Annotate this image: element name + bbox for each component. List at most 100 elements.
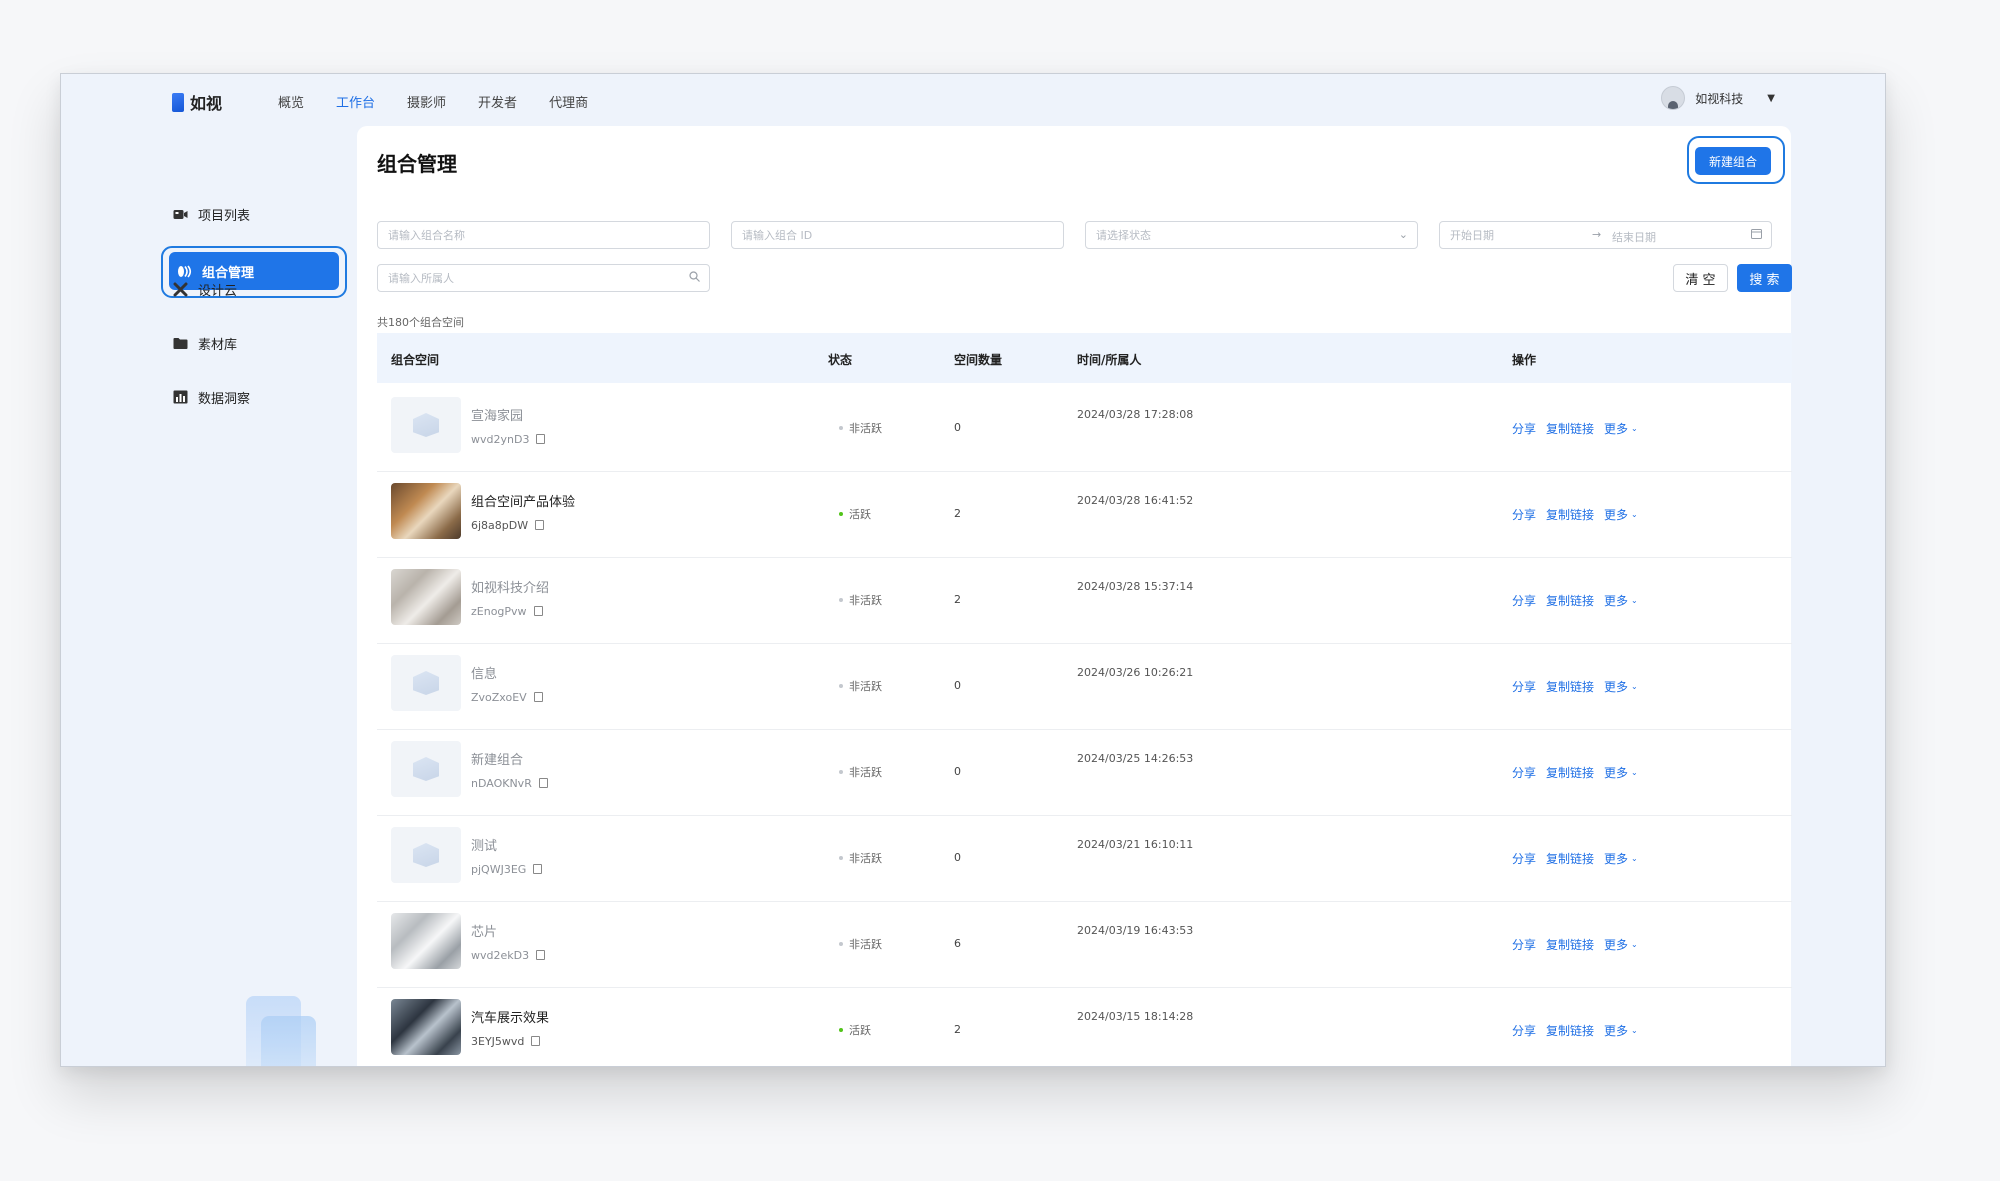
space-thumbnail[interactable] bbox=[391, 827, 461, 883]
space-thumbnail[interactable] bbox=[391, 655, 461, 711]
space-thumbnail[interactable] bbox=[391, 569, 461, 625]
share-link[interactable]: 分享 bbox=[1512, 506, 1536, 523]
copy-link-button[interactable]: 复制链接 bbox=[1546, 850, 1594, 867]
share-link[interactable]: 分享 bbox=[1512, 678, 1536, 695]
more-dropdown[interactable]: 更多 ⌄ bbox=[1604, 850, 1638, 867]
new-combination-button[interactable]: 新建组合 bbox=[1695, 147, 1771, 175]
user-menu[interactable]: 如视科技 ▼ bbox=[1661, 86, 1775, 110]
space-id-text: wvd2ekD3 bbox=[471, 949, 530, 962]
timestamp: 2024/03/28 16:41:52 bbox=[1077, 494, 1194, 507]
search-button[interactable]: 搜 索 bbox=[1737, 264, 1792, 292]
space-name[interactable]: 测试 bbox=[471, 835, 497, 854]
clear-button[interactable]: 清 空 bbox=[1673, 264, 1728, 292]
share-link[interactable]: 分享 bbox=[1512, 1022, 1536, 1039]
nav-item-workbench[interactable]: 工作台 bbox=[336, 92, 375, 111]
status-text: 活跃 bbox=[849, 1024, 871, 1037]
combination-name-input[interactable]: 请输入组合名称 bbox=[377, 221, 710, 249]
space-id: wvd2ekD3 bbox=[471, 949, 546, 962]
copy-link-button[interactable]: 复制链接 bbox=[1546, 936, 1594, 953]
table-row[interactable]: 组合空间产品体验 6j8a8pDW 活跃 2 2024/03/28 16:41:52 分享… bbox=[377, 469, 1792, 558]
table-row[interactable]: 测试 pjQWJ3EG 非活跃 0 2024/03/21 16:10:11 分享 复制链接更… bbox=[377, 813, 1792, 902]
copy-icon[interactable] bbox=[536, 434, 546, 444]
space-id-text: nDAOKNvR bbox=[471, 777, 532, 790]
nav-item-developer[interactable]: 开发者 bbox=[478, 92, 517, 111]
space-name[interactable]: 汽车展示效果 bbox=[471, 1007, 549, 1026]
sidebar-item-projects[interactable]: 项目列表 bbox=[165, 196, 333, 232]
logo[interactable]: 如视 bbox=[172, 90, 222, 114]
more-label: 更多 bbox=[1604, 766, 1629, 780]
main-panel: 组合管理 新建组合 请输入组合名称 请输入组合 ID 请选择状态 ⌄ 开始日期 … bbox=[357, 126, 1792, 1066]
copy-icon[interactable] bbox=[531, 1036, 541, 1046]
share-link[interactable]: 分享 bbox=[1512, 850, 1536, 867]
combination-id-input[interactable]: 请输入组合 ID bbox=[731, 221, 1064, 249]
share-link[interactable]: 分享 bbox=[1512, 936, 1536, 953]
more-dropdown[interactable]: 更多 ⌄ bbox=[1604, 420, 1638, 437]
end-date-placeholder: 结束日期 bbox=[1612, 231, 1656, 244]
copy-icon[interactable] bbox=[533, 692, 543, 702]
table-row[interactable]: 信息 ZvoZxoEV 非活跃 0 2024/03/26 10:26:21 分享 复制链接更… bbox=[377, 641, 1792, 730]
copy-icon[interactable] bbox=[536, 950, 546, 960]
more-dropdown[interactable]: 更多 ⌄ bbox=[1604, 506, 1638, 523]
copy-link-button[interactable]: 复制链接 bbox=[1546, 764, 1594, 781]
copy-link-button[interactable]: 复制链接 bbox=[1546, 506, 1594, 523]
more-dropdown[interactable]: 更多 ⌄ bbox=[1604, 764, 1638, 781]
sidebar-item-design-cloud[interactable]: 设计云 bbox=[165, 271, 333, 307]
column-header: 组合空间 bbox=[391, 353, 440, 367]
sidebar-item-materials[interactable]: 素材库 bbox=[165, 325, 333, 361]
table-row[interactable]: 宣海家园 wvd2ynD3 非活跃 0 2024/03/28 17:28:08 分享 复制链… bbox=[377, 383, 1792, 472]
space-name[interactable]: 如视科技介绍 bbox=[471, 577, 549, 596]
status-text: 非活跃 bbox=[849, 594, 882, 607]
status-dot-icon bbox=[839, 770, 843, 774]
share-link[interactable]: 分享 bbox=[1512, 420, 1536, 437]
space-thumbnail[interactable] bbox=[391, 999, 461, 1055]
status-text: 非活跃 bbox=[849, 422, 882, 435]
more-dropdown[interactable]: 更多 ⌄ bbox=[1604, 1022, 1638, 1039]
space-name[interactable]: 宣海家园 bbox=[471, 405, 523, 424]
table-row[interactable]: 芯片 wvd2ekD3 非活跃 6 2024/03/19 16:43:53 分享 复制链接更… bbox=[377, 899, 1792, 988]
copy-icon[interactable] bbox=[533, 864, 543, 874]
share-link[interactable]: 分享 bbox=[1512, 764, 1536, 781]
share-link[interactable]: 分享 bbox=[1512, 592, 1536, 609]
space-thumbnail[interactable] bbox=[391, 397, 461, 453]
copy-link-button[interactable]: 复制链接 bbox=[1546, 592, 1594, 609]
nav-item-agent[interactable]: 代理商 bbox=[549, 92, 588, 111]
code-icon[interactable] bbox=[198, 1066, 213, 1067]
copy-link-button[interactable]: 复制链接 bbox=[1546, 678, 1594, 695]
cart-icon[interactable] bbox=[289, 1066, 304, 1067]
space-thumbnail[interactable] bbox=[391, 483, 461, 539]
table-row[interactable]: 新建组合 nDAOKNvR 非活跃 0 2024/03/25 14:26:53 分享 复制链… bbox=[377, 727, 1792, 816]
avatar bbox=[1661, 86, 1686, 110]
table-row[interactable]: 如视科技介绍 zEnogPvw 非活跃 2 2024/03/28 15:37:14 分享复… bbox=[377, 555, 1792, 644]
status-select[interactable]: 请选择状态 ⌄ bbox=[1085, 221, 1418, 249]
placeholder-cube-icon bbox=[413, 843, 439, 867]
decorative-illustration bbox=[231, 986, 331, 1066]
copy-link-button[interactable]: 复制链接 bbox=[1546, 420, 1594, 437]
graduation-cap-icon[interactable] bbox=[243, 1066, 259, 1067]
space-thumbnail[interactable] bbox=[391, 913, 461, 969]
space-name[interactable]: 信息 bbox=[471, 663, 497, 682]
placeholder-cube-icon bbox=[413, 757, 439, 781]
logo-text: 如视 bbox=[190, 94, 223, 113]
more-dropdown[interactable]: 更多 ⌄ bbox=[1604, 936, 1638, 953]
space-id-text: pjQWJ3EG bbox=[471, 863, 527, 876]
page-title: 组合管理 bbox=[377, 152, 457, 176]
copy-icon[interactable] bbox=[533, 606, 543, 616]
space-name[interactable]: 组合空间产品体验 bbox=[471, 491, 575, 510]
owner-input[interactable]: 请输入所属人 bbox=[377, 264, 710, 292]
nav-item-overview[interactable]: 概览 bbox=[278, 92, 304, 111]
copy-icon[interactable] bbox=[535, 520, 545, 530]
nav-item-photographer[interactable]: 摄影师 bbox=[407, 92, 446, 111]
space-thumbnail[interactable] bbox=[391, 741, 461, 797]
table-row[interactable]: 汽车展示效果 3EYJ5wvd 活跃 2 2024/03/15 18:14:28 分享 复制… bbox=[377, 985, 1792, 1066]
status-text: 非活跃 bbox=[849, 680, 882, 693]
copy-icon[interactable] bbox=[538, 778, 548, 788]
sidebar-item-data-insight[interactable]: 数据洞察 bbox=[165, 379, 333, 415]
more-dropdown[interactable]: 更多 ⌄ bbox=[1604, 592, 1638, 609]
space-name[interactable]: 新建组合 bbox=[471, 749, 523, 768]
nav-menu: 概览 工作台 摄影师 开发者 代理商 bbox=[278, 92, 588, 111]
space-count: 0 bbox=[954, 679, 961, 692]
space-name[interactable]: 芯片 bbox=[471, 921, 497, 940]
date-range-picker[interactable]: 开始日期 → 结束日期 bbox=[1439, 221, 1772, 249]
copy-link-button[interactable]: 复制链接 bbox=[1546, 1022, 1594, 1039]
more-dropdown[interactable]: 更多 ⌄ bbox=[1604, 678, 1638, 695]
